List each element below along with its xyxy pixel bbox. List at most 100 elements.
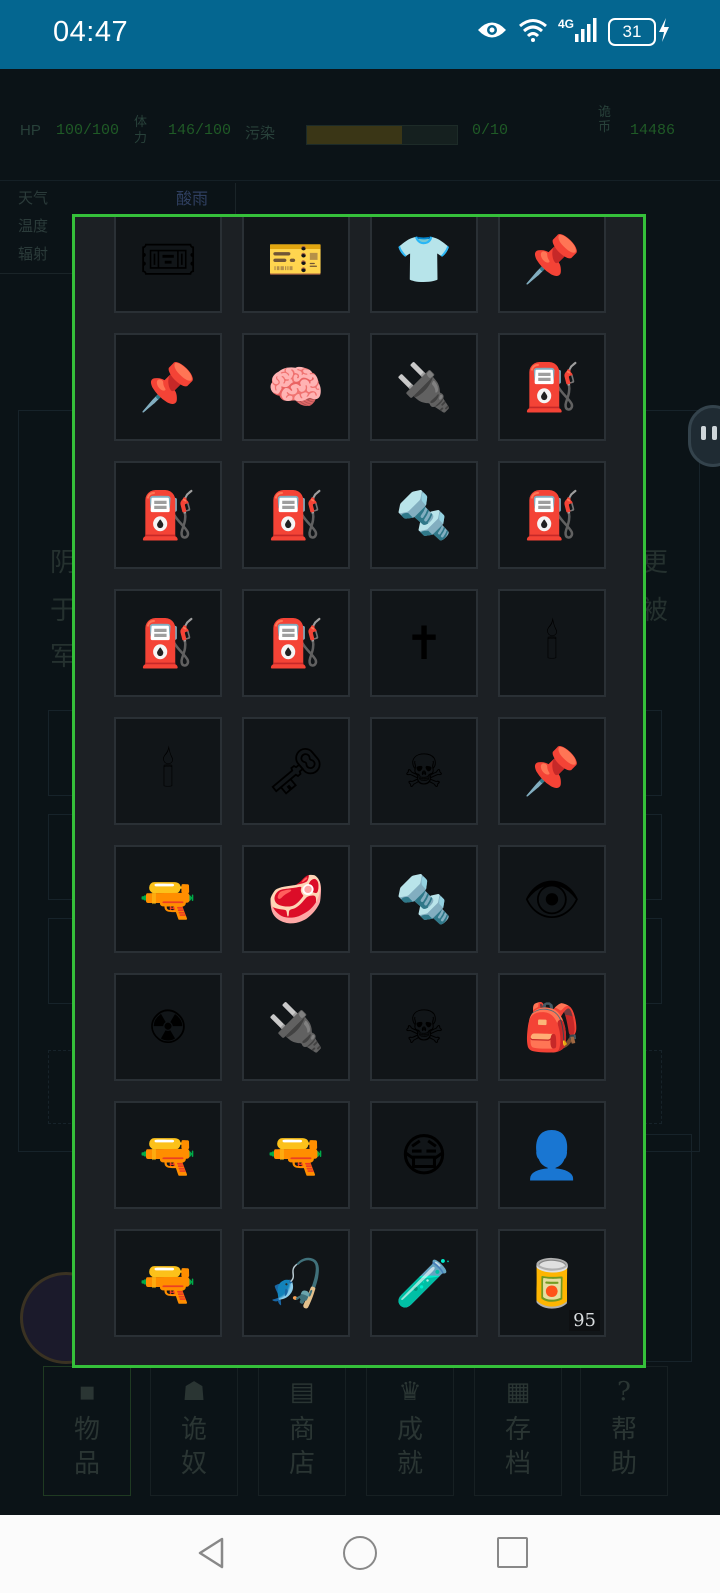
admit-one-ticket-icon: 🎟 <box>138 231 198 286</box>
inventory-slot[interactable]: ☢ <box>114 973 222 1081</box>
inventory-slot[interactable]: ✝ <box>370 589 478 697</box>
tab-5[interactable]: ? 帮助 <box>580 1366 668 1496</box>
tab-4[interactable]: ▦ 存档 <box>474 1366 562 1496</box>
ghost-icon: ☗ <box>182 1377 206 1407</box>
eye-icon: 👁 <box>522 871 582 926</box>
inventory-slot[interactable]: 🔩 <box>370 461 478 569</box>
water-pistol-icon: 🔫 <box>267 1127 325 1182</box>
fuel-pump-icon: ⛽ <box>523 487 581 542</box>
recents-icon[interactable] <box>497 1537 528 1568</box>
item-count-badge: 95 <box>569 1310 600 1331</box>
inventory-slot[interactable]: 🔫 <box>242 1101 350 1209</box>
inventory-slot[interactable]: 🔌 <box>242 973 350 1081</box>
inventory-slot[interactable]: ⛽ <box>114 461 222 569</box>
floating-assist-button[interactable] <box>688 405 720 467</box>
pollution-bar-fill <box>307 126 402 144</box>
pollution-label: 污染 <box>245 125 276 142</box>
weather-value: 酸雨 <box>176 191 209 208</box>
tab-3[interactable]: ♛ 成就 <box>366 1366 454 1496</box>
tab-label: 商店 <box>288 1415 315 1479</box>
inventory-slot[interactable]: 👤 <box>498 1101 606 1209</box>
inventory-slot[interactable]: 🥫 95 <box>498 1229 606 1337</box>
radioactive-icon: ☢ <box>147 1000 189 1054</box>
inventory-slot[interactable]: 😷 <box>370 1101 478 1209</box>
water-pistol-icon: 🔫 <box>139 871 197 926</box>
tab-label: 物品 <box>73 1415 100 1479</box>
skull-crossbones-icon: ☠ <box>403 744 445 798</box>
signal-icon <box>574 18 598 46</box>
skull-crossbones-icon: ☠ <box>403 1000 445 1054</box>
tab-label: 帮助 <box>610 1415 637 1479</box>
stamina-label: 体力 <box>134 114 148 145</box>
inventory-slot[interactable]: ⛽ <box>498 461 606 569</box>
pollution-value: 0/10 <box>472 122 509 139</box>
network-type: 4G <box>557 17 574 31</box>
plug-icon: 🔌 <box>395 359 453 414</box>
pushpin-icon: 📌 <box>523 231 581 286</box>
inventory-slot[interactable]: ⛽ <box>242 461 350 569</box>
inventory-slot[interactable]: 📌 <box>498 717 606 825</box>
silhouette-icon: 👤 <box>523 1127 581 1182</box>
inventory-slot[interactable]: ⛽ <box>114 589 222 697</box>
pushpin-icon: 📌 <box>523 743 581 798</box>
eye-icon <box>476 19 508 45</box>
home-icon[interactable] <box>343 1536 377 1570</box>
inventory-slot[interactable]: ⛽ <box>242 589 350 697</box>
hp-value: 100/100 <box>56 122 120 139</box>
inventory-slot[interactable]: 🧠 <box>242 333 350 441</box>
inventory-slot[interactable]: 🎟 <box>114 217 222 313</box>
inventory-slot[interactable]: 📌 <box>114 333 222 441</box>
canned-food-icon: 🥫 <box>523 1255 581 1310</box>
radiation-label: 辐射 <box>18 246 49 263</box>
question-icon: ? <box>617 1377 631 1407</box>
inventory-slot[interactable]: 🎒 <box>498 973 606 1081</box>
inventory-slot[interactable]: 🔩 <box>370 845 478 953</box>
coin-label: 诡币 <box>598 104 612 134</box>
inventory-slot[interactable]: ☠ <box>370 717 478 825</box>
backpack-icon: 🎒 <box>523 999 581 1054</box>
cross-icon: ✝ <box>404 616 444 670</box>
inventory-slot[interactable]: 🧪 <box>370 1229 478 1337</box>
inventory-slot[interactable]: 🎣 <box>242 1229 350 1337</box>
save-icon: ▦ <box>505 1377 531 1407</box>
tab-label: 成就 <box>396 1415 423 1479</box>
inventory-slot[interactable]: 🔫 <box>114 845 222 953</box>
tab-1[interactable]: ☗ 诡奴 <box>150 1366 238 1496</box>
candle-icon: 🕯 <box>161 743 175 797</box>
tshirt-icon: 👕 <box>395 231 453 286</box>
hp-label: HP <box>20 122 41 139</box>
inventory-slot[interactable]: 📌 <box>498 217 606 313</box>
inventory-slot[interactable]: 🕯 <box>114 717 222 825</box>
tab-0[interactable]: ▪ 物品 <box>43 1366 131 1496</box>
pushpin-icon: 📌 <box>139 359 197 414</box>
fuel-pump-icon: ⛽ <box>139 487 197 542</box>
weather-label: 天气 <box>18 190 49 207</box>
meat-icon: 🥩 <box>267 871 325 926</box>
inventory-slot[interactable]: ⛽ <box>498 333 606 441</box>
inventory-slot[interactable]: 👁 <box>498 845 606 953</box>
fishing-pole-icon: 🎣 <box>267 1255 325 1310</box>
charging-icon <box>658 18 670 46</box>
inventory-slot[interactable]: 🥩 <box>242 845 350 953</box>
inventory-panel[interactable]: 🎟 🎫 👕 📌 📌 🧠 🔌 ⛽ ⛽ ⛽ 🔩 ⛽ ⛽ ⛽ ✝ 🕯 🕯 🗝 ☠ 📌 🔫 🥩 🔩 👁 ☢ 🔌 ☠ 🎒 🔫 🔫 😷 👤 🔫 🎣 🧪 🥫 95 <box>72 214 646 1368</box>
inventory-slot[interactable]: 🗝 <box>242 717 350 825</box>
inventory-slot[interactable]: 🔫 <box>114 1229 222 1337</box>
inventory-slot[interactable]: 🎫 <box>242 217 350 313</box>
inventory-slot[interactable]: 🔌 <box>370 333 478 441</box>
inventory-slot[interactable]: 👕 <box>370 217 478 313</box>
battery-icon: 31 <box>608 18 656 46</box>
trophy-icon: ♛ <box>398 1377 422 1407</box>
candle-icon: 🕯 <box>545 615 559 669</box>
back-icon[interactable] <box>196 1536 226 1570</box>
ticket-icon: 🎫 <box>267 231 325 286</box>
inventory-slot[interactable]: ☠ <box>370 973 478 1081</box>
tab-label: 诡奴 <box>180 1415 207 1479</box>
inventory-slot[interactable]: 🕯 <box>498 589 606 697</box>
inventory-slot[interactable]: 🔫 <box>114 1101 222 1209</box>
tab-label: 存档 <box>504 1415 531 1479</box>
stats-bar: HP 100/100 体力 146/100 污染 0/10 诡币 14486 <box>0 104 720 181</box>
tab-2[interactable]: ▤ 商店 <box>258 1366 346 1496</box>
fuel-pump-icon: ⛽ <box>523 359 581 414</box>
temperature-label: 温度 <box>18 218 49 235</box>
fuel-pump-icon: ⛽ <box>267 487 325 542</box>
